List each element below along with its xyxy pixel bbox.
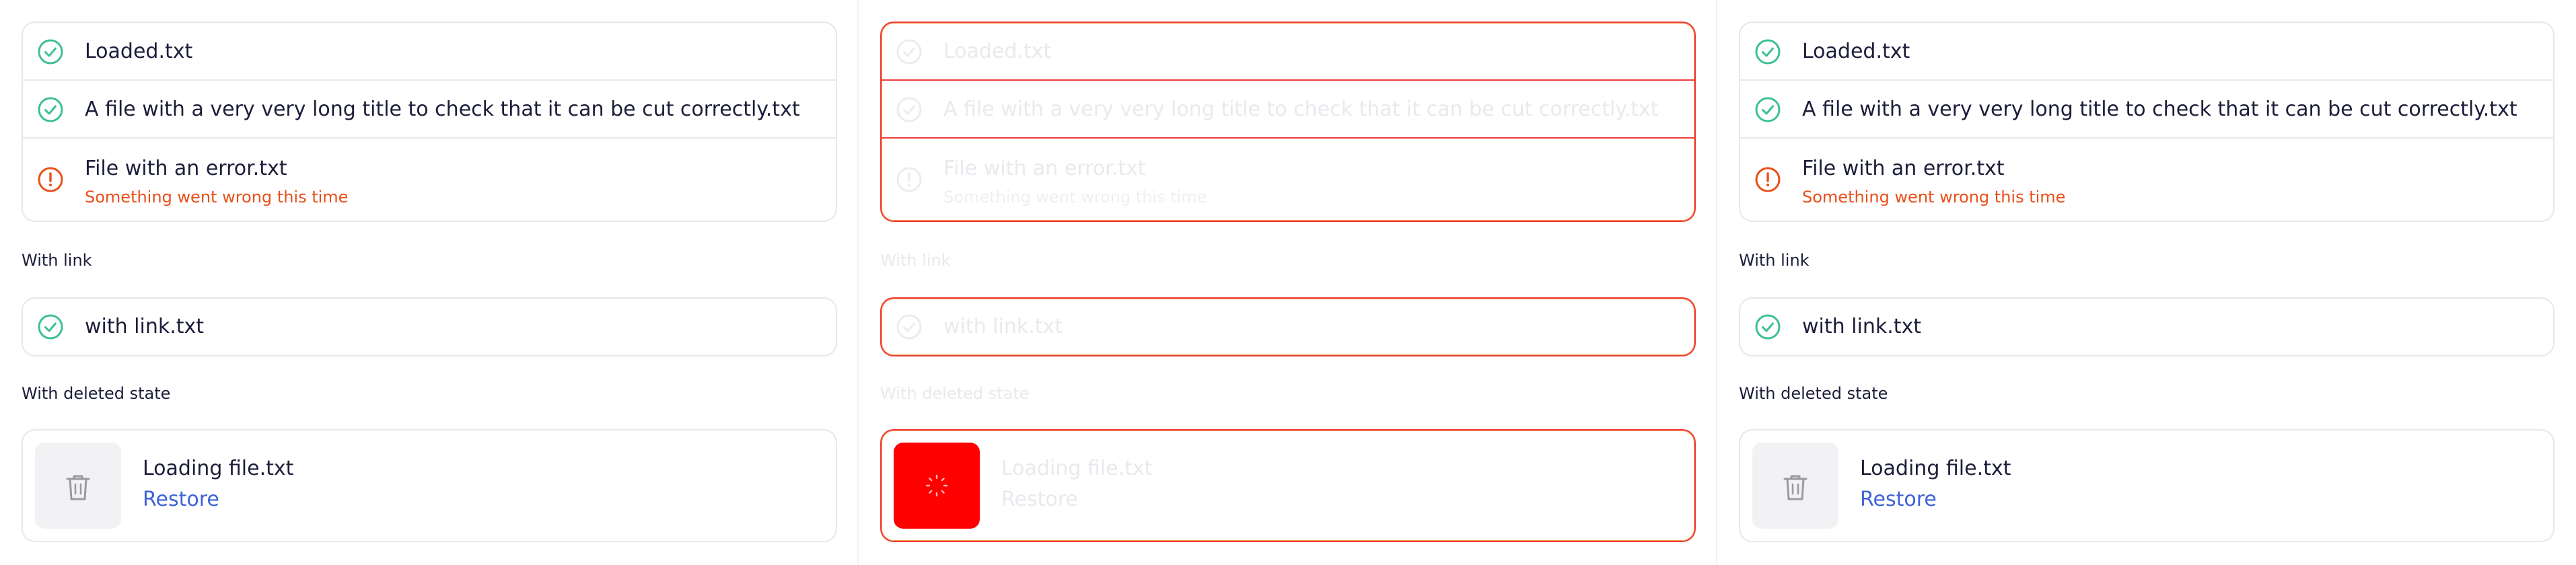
file-name: Loaded.txt — [1802, 40, 1910, 63]
file-name: File with an error.txt — [1802, 157, 2005, 180]
link-file-card[interactable]: with link.txt — [22, 297, 837, 356]
file-row-error[interactable]: File with an error.txt Something went wr… — [1740, 139, 2553, 221]
file-name-link[interactable]: with link.txt — [943, 314, 1063, 340]
section-label-with-deleted: With deleted state — [22, 384, 171, 403]
trash-icon — [66, 475, 90, 500]
section-label-with-link: With link — [22, 251, 92, 270]
section-label-with-deleted: With deleted state — [880, 384, 1030, 403]
restore-link[interactable]: Restore — [143, 487, 219, 513]
file-row[interactable]: A file with a very very long title to ch… — [1740, 81, 2553, 139]
check-circle-icon — [1754, 313, 1782, 341]
file-thumbnail — [1752, 443, 1838, 529]
file-error-message: Something went wrong this time — [1802, 188, 2066, 206]
section-label-with-link: With link — [1739, 251, 1810, 270]
check-circle-icon — [895, 38, 923, 66]
panel-default: Loaded.txt A file with a very very long … — [0, 0, 859, 565]
check-circle-icon — [36, 313, 65, 341]
check-circle-icon — [895, 96, 923, 124]
file-name: File with an error.txt — [85, 157, 287, 180]
file-list: Loaded.txt A file with a very very long … — [22, 22, 837, 222]
file-row[interactable]: Loaded.txt — [1740, 23, 2553, 81]
link-file-card[interactable]: with link.txt — [1739, 297, 2554, 356]
trash-icon — [1783, 475, 1808, 500]
file-name-link[interactable]: with link.txt — [85, 314, 204, 340]
file-error-message: Something went wrong this time — [85, 188, 349, 206]
panel-outlined: Loaded.txt A file with a very very long … — [1717, 0, 2576, 565]
file-name: A file with a very very long title to ch… — [85, 98, 800, 121]
file-name: File with an error.txt — [943, 157, 1146, 180]
file-name: Loaded.txt — [85, 40, 193, 63]
file-name: A file with a very very long title to ch… — [1802, 98, 2517, 121]
file-error-message: Something went wrong this time — [943, 188, 1207, 206]
deleted-file-name: Loading file.txt — [1860, 457, 2011, 480]
check-circle-icon — [36, 38, 65, 66]
deleted-file-card: Loading file.txt Restore — [1739, 429, 2554, 542]
deleted-file-card: Loading file.txt Restore — [880, 429, 1696, 542]
file-name: A file with a very very long title to ch… — [943, 98, 1659, 121]
alert-circle-icon — [36, 165, 65, 194]
file-row-error[interactable]: File with an error.txt Something went wr… — [882, 139, 1694, 221]
file-row[interactable]: A file with a very very long title to ch… — [23, 81, 836, 139]
file-name: Loaded.txt — [943, 40, 1052, 63]
deleted-file-name: Loading file.txt — [1001, 457, 1153, 480]
loading-spinner-icon — [925, 474, 948, 497]
section-label-with-deleted: With deleted state — [1739, 384, 1888, 403]
deleted-file-name: Loading file.txt — [143, 457, 294, 480]
panel-disabled: Loaded.txt A file with a very very long … — [859, 0, 1717, 565]
check-circle-icon — [36, 96, 65, 124]
file-list: Loaded.txt A file with a very very long … — [880, 22, 1696, 222]
file-list: Loaded.txt A file with a very very long … — [1739, 22, 2554, 222]
file-thumbnail — [35, 443, 121, 529]
file-row-error[interactable]: File with an error.txt Something went wr… — [23, 139, 836, 221]
file-row[interactable]: A file with a very very long title to ch… — [882, 81, 1694, 139]
check-circle-icon — [1754, 96, 1782, 124]
section-label-with-link: With link — [880, 251, 951, 270]
file-name-link[interactable]: with link.txt — [1802, 314, 1921, 340]
check-circle-icon — [1754, 38, 1782, 66]
link-file-card[interactable]: with link.txt — [880, 297, 1696, 356]
deleted-file-card: Loading file.txt Restore — [22, 429, 837, 542]
restore-link[interactable]: Restore — [1860, 487, 1937, 513]
restore-link[interactable]: Restore — [1001, 487, 1078, 513]
file-thumbnail — [894, 443, 980, 529]
alert-circle-icon — [1754, 165, 1782, 194]
file-row[interactable]: Loaded.txt — [23, 23, 836, 81]
check-circle-icon — [895, 313, 923, 341]
alert-circle-icon — [895, 165, 923, 194]
file-row[interactable]: Loaded.txt — [882, 23, 1694, 81]
